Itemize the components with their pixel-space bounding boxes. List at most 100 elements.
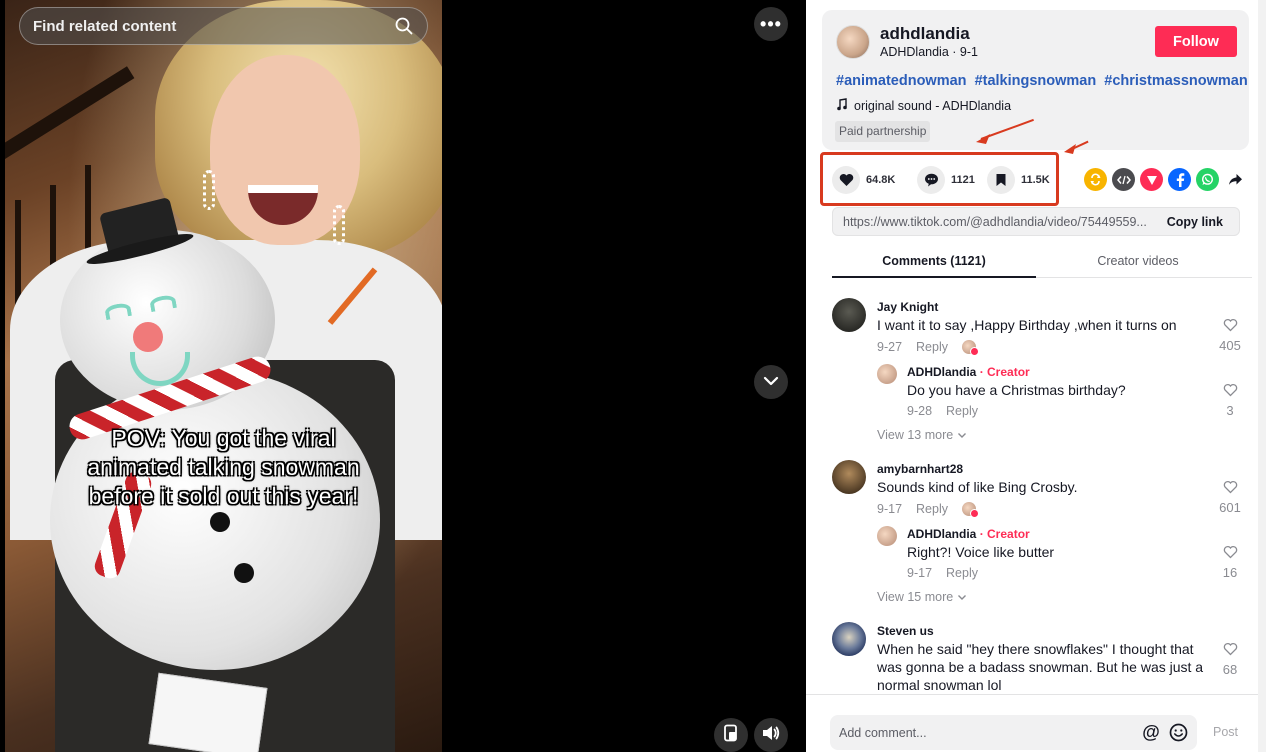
view-more-replies[interactable]: View 15 more	[877, 590, 967, 604]
comment-text: I want it to say ,Happy Birthday ,when i…	[877, 317, 1177, 333]
reply-button[interactable]: Reply	[946, 566, 978, 580]
whatsapp-icon[interactable]	[1196, 168, 1219, 191]
comment-like-count: 405	[1219, 338, 1241, 353]
more-options-button[interactable]: •••	[754, 7, 788, 41]
avatar[interactable]	[877, 526, 897, 546]
reply-date: 9-17	[907, 566, 933, 580]
reply-like-count: 3	[1226, 403, 1234, 418]
emoji-icon[interactable]	[1167, 722, 1189, 744]
facebook-icon[interactable]	[1168, 168, 1191, 191]
music-row[interactable]: original sound - ADHDlandia	[836, 98, 1011, 114]
comment-author[interactable]: Steven us	[877, 624, 934, 638]
copy-link-button[interactable]: Copy link	[1157, 215, 1239, 229]
heart-outline-icon	[1223, 642, 1238, 660]
volume-icon	[762, 725, 780, 746]
comment-date: 9-27	[877, 340, 903, 354]
author-username[interactable]: adhdlandia	[880, 24, 970, 44]
search-bar	[19, 7, 428, 45]
floating-player-icon	[723, 724, 739, 747]
repost-icon[interactable]	[1084, 168, 1107, 191]
follow-button[interactable]: Follow	[1155, 26, 1237, 57]
view-more-label: View 13 more	[877, 428, 954, 442]
next-video-button[interactable]	[754, 365, 788, 399]
video-earring	[333, 205, 345, 245]
heart-outline-icon	[1223, 480, 1238, 498]
comment-author[interactable]: amybarnhart28	[877, 462, 963, 476]
avatar[interactable]	[877, 364, 897, 384]
view-more-label: View 15 more	[877, 590, 954, 604]
comment-like-count: 68	[1222, 662, 1238, 677]
video-link-row: https://www.tiktok.com/@adhdlandia/video…	[832, 207, 1240, 236]
tab-comments[interactable]: Comments (1121)	[832, 245, 1036, 278]
video-earring	[203, 170, 215, 210]
reply-author-name: ADHDlandia	[907, 527, 977, 541]
comment-text: When he said "hey there snowflakes" I th…	[877, 640, 1212, 694]
reply-button[interactable]: Reply	[946, 404, 978, 418]
sound-name: original sound - ADHDlandia	[854, 99, 1012, 113]
video-link-text[interactable]: https://www.tiktok.com/@adhdlandia/video…	[833, 215, 1157, 229]
comment-text-line: was gonna be a badass snowman. But he wa…	[877, 659, 1204, 675]
tiktok-video-page: POV: You got the viral animated talking …	[0, 0, 1266, 752]
reply-author[interactable]: ADHDlandia · Creator	[907, 365, 1030, 379]
like-button[interactable]: 64.8K	[832, 166, 895, 194]
creator-badge: · Creator	[979, 365, 1030, 379]
reply-author[interactable]: ADHDlandia · Creator	[907, 527, 1030, 541]
hashtag-link[interactable]: #talkingsnowman	[975, 73, 1097, 89]
avatar[interactable]	[836, 25, 870, 59]
volume-button[interactable]	[754, 718, 788, 752]
search-input[interactable]	[33, 17, 393, 35]
reply-like[interactable]: 3	[1215, 383, 1245, 418]
hashtag-link[interactable]: #christmassnowman	[1104, 73, 1247, 89]
video-area: POV: You got the viral animated talking …	[0, 0, 806, 752]
heart-outline-icon	[1223, 318, 1238, 336]
send-icon[interactable]	[1140, 168, 1163, 191]
mention-icon[interactable]: @	[1140, 722, 1162, 744]
comment-input[interactable]	[839, 725, 1135, 740]
chevron-down-icon	[957, 428, 967, 442]
embed-icon[interactable]	[1112, 168, 1135, 191]
annotation-arrowhead	[976, 134, 990, 144]
floating-player-button[interactable]	[714, 718, 748, 752]
comment-like[interactable]: 601	[1215, 480, 1245, 515]
creator-liked-avatar	[962, 502, 979, 518]
view-more-replies[interactable]: View 13 more	[877, 428, 967, 442]
bookmark-icon	[987, 166, 1015, 194]
video-snowman-nose	[133, 322, 163, 352]
caption-line: before it sold out this year!	[88, 483, 359, 509]
share-icons	[1084, 168, 1247, 191]
music-note-icon	[836, 98, 848, 114]
avatar[interactable]	[832, 298, 866, 332]
reply-date: 9-28	[907, 404, 933, 418]
reply-like[interactable]: 16	[1215, 545, 1245, 580]
avatar[interactable]	[832, 622, 866, 656]
comment-button[interactable]: 1121	[917, 166, 975, 194]
comment-like[interactable]: 68	[1215, 642, 1245, 677]
comment-icon	[917, 166, 945, 194]
panel-scrollbar[interactable]	[1258, 0, 1266, 752]
hashtag-link[interactable]: #animatednowman	[836, 73, 967, 89]
comment-input-box: @	[830, 715, 1197, 750]
comment-author[interactable]: Jay Knight	[877, 300, 938, 314]
caption-line: POV: You got the viral	[111, 425, 336, 451]
actions-row: 64.8K 1121 11.5K	[820, 152, 1254, 206]
hashtag-list: #animatednowman #talkingsnowman #christm…	[836, 73, 1252, 89]
creator-badge: · Creator	[979, 527, 1030, 541]
video-caption: POV: You got the viral animated talking …	[5, 424, 442, 511]
avatar[interactable]	[832, 460, 866, 494]
reply-author-name: ADHDlandia	[907, 365, 977, 379]
comment-list: Jay Knight I want it to say ,Happy Birth…	[806, 279, 1258, 694]
save-button[interactable]: 11.5K	[987, 166, 1050, 194]
chevron-down-icon	[763, 373, 779, 391]
comment-like[interactable]: 405	[1215, 318, 1245, 353]
comment-footer: @ Post	[806, 694, 1258, 752]
reply-button[interactable]: Reply	[916, 502, 948, 516]
reply-button[interactable]: Reply	[916, 340, 948, 354]
video-player[interactable]	[5, 0, 442, 752]
reply-meta: 9-28 Reply	[907, 404, 978, 418]
search-icon[interactable]	[393, 15, 415, 37]
share-arrow-icon[interactable]	[1224, 168, 1247, 191]
chevron-down-icon	[957, 590, 967, 604]
tab-creator-videos[interactable]: Creator videos	[1036, 245, 1240, 277]
paid-partnership-badge: Paid partnership	[835, 121, 931, 142]
post-button[interactable]: Post	[1213, 725, 1238, 739]
